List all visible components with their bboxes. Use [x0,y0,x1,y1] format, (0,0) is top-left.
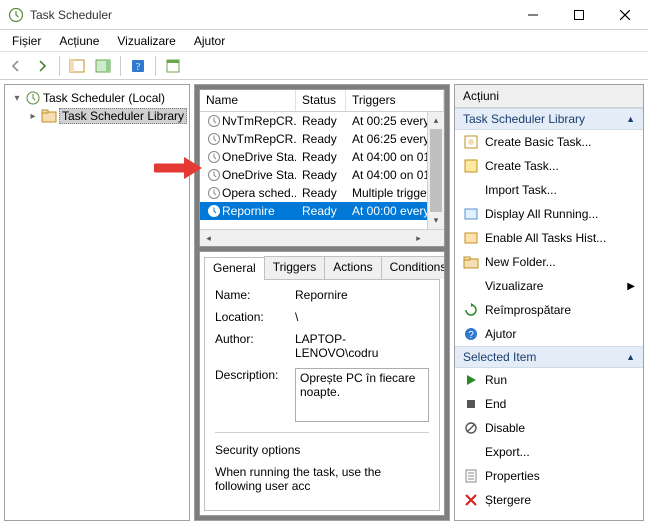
task-details: General Triggers Actions Conditions Sett… [199,251,445,516]
col-triggers[interactable]: Triggers [346,90,444,111]
arrow-right-icon: ▶ [627,281,635,292]
caret-up-icon: ▲ [626,114,635,124]
task-icon [463,158,479,174]
minimize-button[interactable] [510,0,556,30]
action-export[interactable]: Export... [455,440,643,464]
titlebar: Task Scheduler [0,0,648,30]
task-row[interactable]: NvTmRepCR... Ready At 06:25 every day [200,130,427,148]
clock-icon [25,90,41,106]
lbl-location: Location: [215,310,295,324]
blank-icon [463,278,479,294]
library-icon [41,108,57,124]
action-enable-history[interactable]: Enable All Tasks Hist... [455,226,643,250]
menu-view[interactable]: Vizualizare [109,32,183,50]
task-row[interactable]: OneDrive Sta... Ready At 04:00 on 01.05.… [200,166,427,184]
delete-icon [463,492,479,508]
task-row[interactable]: NvTmRepCR... Ready At 00:25 every day [200,112,427,130]
center-pane: Name Status Triggers NvTmRepCR... Ready … [194,84,450,521]
menubar: Fișier Acțiune Vizualizare Ajutor [0,30,648,52]
task-list-hscroll[interactable]: ◂▸ [200,229,444,246]
clock-icon [206,150,222,164]
stop-icon [463,396,479,412]
toolbar-refresh-button[interactable] [161,54,185,78]
val-name: Repornire [295,288,429,302]
security-text: When running the task, use the following… [215,465,429,493]
running-icon [463,206,479,222]
menu-file[interactable]: Fișier [4,32,49,50]
tab-actions[interactable]: Actions [324,256,381,279]
description-box[interactable]: Oprește PC în fiecare noapte. [295,368,429,422]
actions-header: Acțiuni [455,85,643,108]
action-create-task[interactable]: Create Task... [455,154,643,178]
actions-pane: Acțiuni Task Scheduler Library▲ Create B… [454,84,644,521]
nav-forward-button[interactable] [30,54,54,78]
tree-root[interactable]: ▾ Task Scheduler (Local) [7,89,187,107]
val-author: LAPTOP-LENOVO\codru [295,332,429,360]
svg-text:?: ? [468,330,474,341]
action-disable[interactable]: Disable [455,416,643,440]
toolbar-show-hide-tree-button[interactable] [65,54,89,78]
app-icon [8,7,24,23]
security-label: Security options [215,443,429,457]
window-title: Task Scheduler [30,8,510,22]
export-icon [463,444,479,460]
lbl-author: Author: [215,332,295,360]
action-import-task[interactable]: Import Task... [455,178,643,202]
tree-library[interactable]: ▸ Task Scheduler Library [7,107,187,125]
close-button[interactable] [602,0,648,30]
clock-icon [206,168,222,182]
console-tree: ▾ Task Scheduler (Local) ▸ Task Schedule… [4,84,190,521]
lbl-name: Name: [215,288,295,302]
action-run[interactable]: Run [455,368,643,392]
action-view-submenu[interactable]: Vizualizare▶ [455,274,643,298]
action-properties[interactable]: Properties [455,464,643,488]
play-icon [463,372,479,388]
clock-icon [206,114,222,128]
maximize-button[interactable] [556,0,602,30]
wizard-icon [463,134,479,150]
clock-icon [206,204,222,218]
actions-section-library[interactable]: Task Scheduler Library▲ [455,108,643,130]
folder-icon [463,254,479,270]
tab-general[interactable]: General [204,257,265,280]
action-refresh[interactable]: Reîmprospătare [455,298,643,322]
col-name[interactable]: Name [200,90,296,111]
action-end[interactable]: End [455,392,643,416]
lbl-description: Description: [215,368,295,422]
val-location: \ [295,310,429,324]
menu-action[interactable]: Acțiune [51,32,107,50]
actions-section-selected[interactable]: Selected Item▲ [455,346,643,368]
task-list-vscroll[interactable]: ▴▾ [427,112,444,229]
help-icon: ? [463,326,479,342]
svg-text:?: ? [136,62,141,73]
toolbar-show-hide-actions-button[interactable] [91,54,115,78]
import-icon [463,182,479,198]
action-create-basic-task[interactable]: Create Basic Task... [455,130,643,154]
clock-icon [206,132,222,146]
detail-tabs: General Triggers Actions Conditions Sett… [204,256,440,280]
refresh-icon [463,302,479,318]
tab-triggers[interactable]: Triggers [264,256,326,279]
menu-help[interactable]: Ajutor [186,32,233,50]
col-status[interactable]: Status [296,90,346,111]
clock-icon [206,186,222,200]
action-new-folder[interactable]: New Folder... [455,250,643,274]
task-row[interactable]: Opera sched... Ready Multiple triggers d… [200,184,427,202]
action-help[interactable]: ?Ajutor [455,322,643,346]
nav-back-button[interactable] [4,54,28,78]
disable-icon [463,420,479,436]
action-display-running[interactable]: Display All Running... [455,202,643,226]
task-list-header: Name Status Triggers [200,90,444,112]
history-icon [463,230,479,246]
tab-page-general: Name:Repornire Location:\ Author:LAPTOP-… [204,280,440,511]
task-row[interactable]: OneDrive Sta... Ready At 04:00 on 01.05.… [200,148,427,166]
properties-icon [463,468,479,484]
tab-conditions[interactable]: Conditions [381,256,445,279]
toolbar-help-button[interactable]: ? [126,54,150,78]
task-row-selected[interactable]: Repornire Ready At 00:00 every day [200,202,427,220]
action-delete[interactable]: Ștergere [455,488,643,512]
toolbar: ? [0,52,648,80]
caret-up-icon: ▲ [626,352,635,362]
task-list: Name Status Triggers NvTmRepCR... Ready … [199,89,445,247]
